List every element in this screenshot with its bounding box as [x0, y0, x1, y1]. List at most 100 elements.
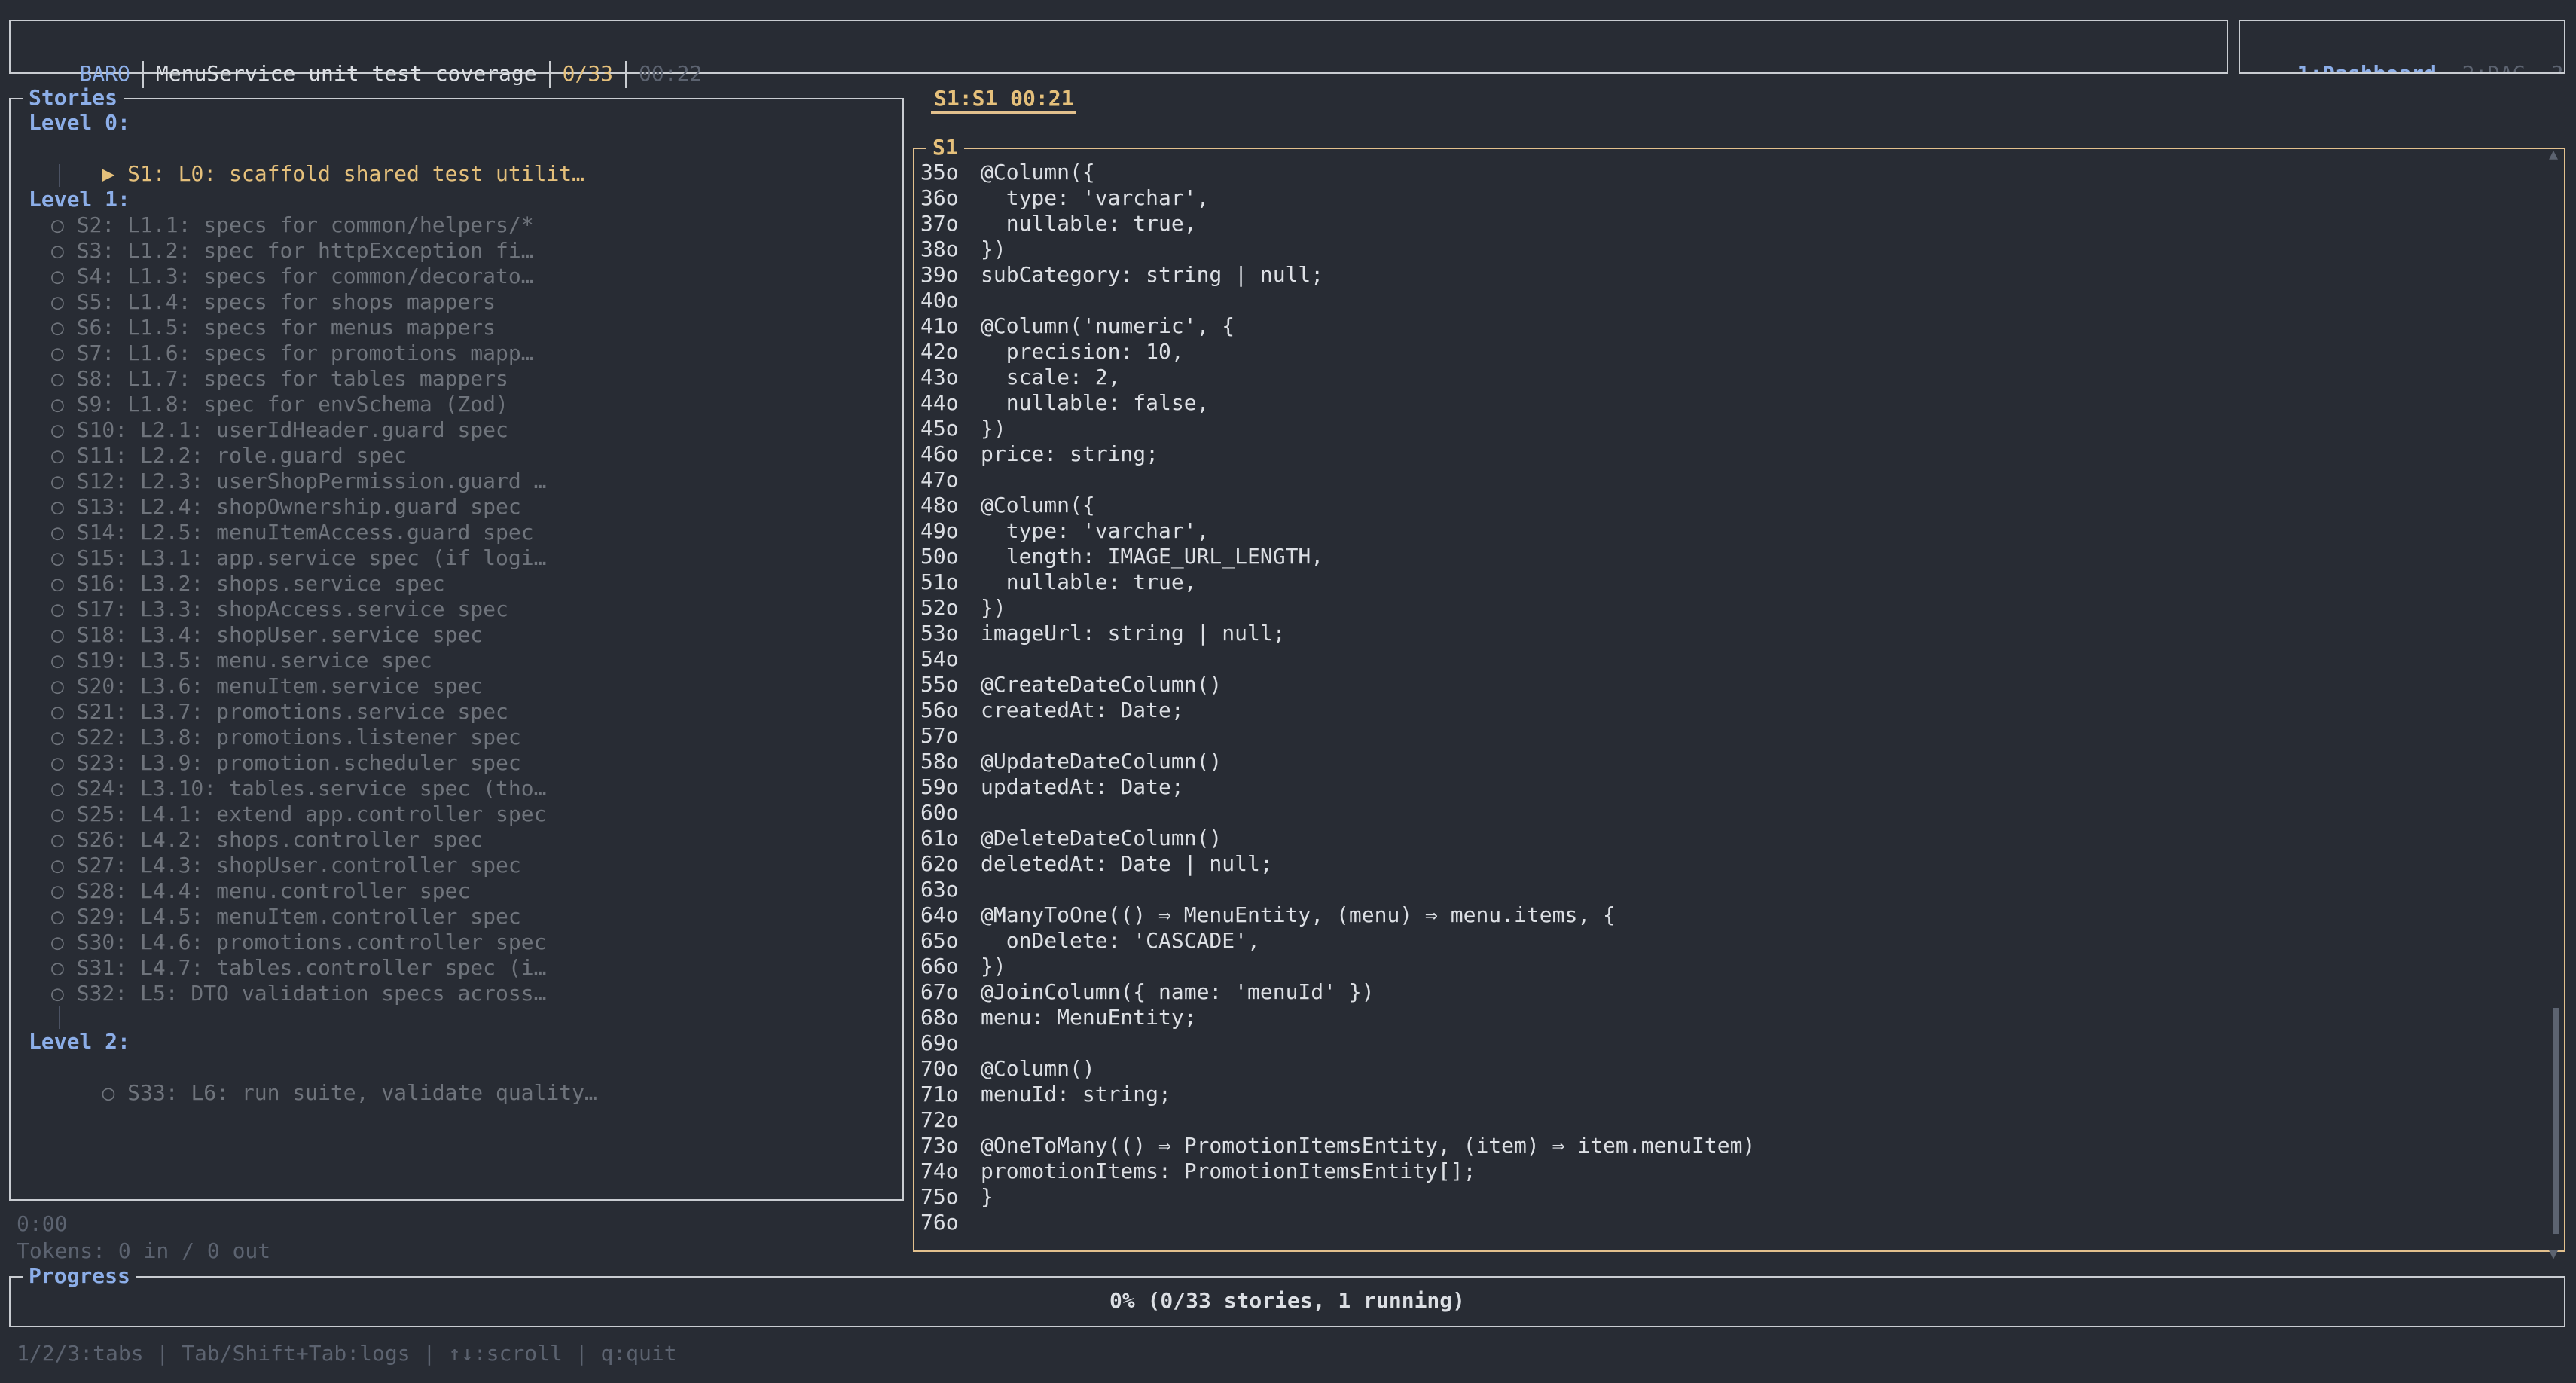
line-number: 72o	[920, 1107, 959, 1132]
pending-circle-icon: ○	[51, 340, 64, 365]
story-item[interactable]: ○ S9: L1.8: spec for envSchema (Zod)	[51, 392, 508, 417]
tree-connector	[59, 164, 60, 187]
header-divider	[142, 61, 144, 88]
line-number: 70o	[920, 1056, 959, 1081]
scroll-down-icon[interactable]: ▼	[2549, 1244, 2558, 1262]
tab-dashboard[interactable]: 1:Dashboard	[2297, 61, 2436, 72]
line-number: 59o	[920, 774, 959, 799]
code-line: 46o price: string;	[920, 441, 1158, 467]
code-line: 58o @UpdateDateColumn()	[920, 749, 1222, 774]
story-item[interactable]: ○ S26: L4.2: shops.controller spec	[51, 827, 483, 853]
line-number: 38o	[920, 237, 959, 261]
pending-circle-icon: ○	[51, 315, 64, 340]
story-item[interactable]: ○ S20: L3.6: menuItem.service spec	[51, 673, 483, 699]
code-line: 76o	[920, 1210, 981, 1235]
story-label: S7: L1.6: specs for promotions mapp…	[76, 340, 534, 365]
token-stat: Tokens: 0 in / 0 out	[17, 1238, 271, 1263]
code-line: 45o})	[920, 416, 1006, 441]
story-item[interactable]: ○ S30: L4.6: promotions.controller spec	[51, 930, 546, 955]
header-content: BARO MenuService unit test coverage 0/33 00…	[29, 33, 702, 88]
story-label: S24: L3.10: tables.service spec (tho…	[76, 776, 547, 801]
code-text: @ManyToOne(() ⇒ MenuEntity, (menu) ⇒ men…	[981, 902, 1616, 927]
story-item[interactable]: ○ S6: L1.5: specs for menus mappers	[51, 315, 496, 340]
story-item[interactable]: ○ S3: L1.2: spec for httpException fi…	[51, 238, 534, 264]
story-label: S12: L2.3: userShopPermission.guard …	[76, 469, 547, 493]
code-line: 52o})	[920, 595, 1006, 621]
story-item[interactable]: ○ S7: L1.6: specs for promotions mapp…	[51, 340, 534, 366]
code-line: 36o type: 'varchar',	[920, 185, 1209, 211]
tab-stats[interactable]: 3:Stat	[2551, 61, 2564, 72]
code-line: 59o updatedAt: Date;	[920, 774, 1184, 800]
story-item[interactable]: ○ S12: L2.3: userShopPermission.guard …	[51, 469, 546, 494]
story-label: S16: L3.2: shops.service spec	[76, 571, 445, 596]
story-item[interactable]: ○ S21: L3.7: promotions.service spec	[51, 699, 508, 725]
story-item[interactable]: ○ S16: L3.2: shops.service spec	[51, 571, 445, 597]
line-number: 67o	[920, 979, 959, 1004]
header-divider	[548, 61, 551, 88]
story-item[interactable]: ○ S4: L1.3: specs for common/decorato…	[51, 264, 534, 289]
story-label: S20: L3.6: menuItem.service spec	[76, 673, 484, 698]
line-number: 51o	[920, 569, 959, 594]
line-number: 44o	[920, 390, 959, 415]
story-item[interactable]: ○ S19: L3.5: menu.service spec	[51, 648, 432, 673]
line-number: 66o	[920, 954, 959, 978]
scrollbar-thumb[interactable]	[2553, 1008, 2559, 1234]
scroll-up-icon[interactable]: ▲	[2549, 145, 2558, 163]
code-text: nullable: true,	[981, 569, 1197, 594]
line-number: 42o	[920, 339, 959, 364]
code-text: @JoinColumn({ name: 'menuId' })	[981, 979, 1375, 1004]
story-item[interactable]: ○ S2: L1.1: specs for common/helpers/*	[51, 212, 534, 238]
line-number: 35o	[920, 160, 959, 185]
code-line: 64o @ManyToOne(() ⇒ MenuEntity, (menu) ⇒ …	[920, 902, 1616, 928]
pending-circle-icon: ○	[51, 930, 64, 954]
story-item[interactable]: ○ S32: L5: DTO validation specs across…	[51, 981, 546, 1006]
story-item[interactable]: ○ S31: L4.7: tables.controller spec (i…	[51, 955, 546, 981]
code-line: 61o @DeleteDateColumn()	[920, 826, 1222, 851]
pending-circle-icon: ○	[51, 878, 64, 903]
story-item[interactable]: ○ S8: L1.7: specs for tables mappers	[51, 366, 508, 392]
story-item[interactable]: ○ S23: L3.9: promotion.scheduler spec	[51, 750, 521, 776]
story-item[interactable]: ○ S10: L2.1: userIdHeader.guard spec	[51, 417, 508, 443]
story-item[interactable]: ○ S5: L1.4: specs for shops mappers	[51, 289, 496, 315]
story-item[interactable]: ○ S17: L3.3: shopAccess.service spec	[51, 597, 508, 622]
pending-circle-icon: ○	[51, 392, 64, 417]
tab-dag[interactable]: 2:DAG	[2462, 61, 2526, 72]
story-item-s1[interactable]: ▶ S1: L0: scaffold shared test utilit…	[51, 136, 584, 212]
code-text: onDelete: 'CASCADE',	[981, 928, 1260, 953]
line-number: 71o	[920, 1082, 959, 1107]
story-item-s33[interactable]: ○ S33: L6: run suite, validate quality…	[51, 1055, 597, 1131]
story-item[interactable]: ○ S15: L3.1: app.service spec (if logi…	[51, 545, 546, 571]
story-label: S17: L3.3: shopAccess.service spec	[76, 597, 508, 621]
story-item[interactable]: ○ S24: L3.10: tables.service spec (tho…	[51, 776, 546, 801]
code-text: scale: 2,	[981, 365, 1121, 389]
pending-circle-icon: ○	[51, 750, 64, 775]
story-item[interactable]: ○ S27: L4.3: shopUser.controller spec	[51, 853, 521, 878]
story-item[interactable]: ○ S29: L4.5: menuItem.controller spec	[51, 904, 521, 930]
pending-circle-icon: ○	[51, 494, 64, 519]
line-number: 75o	[920, 1184, 959, 1209]
log-tab-s1[interactable]: S1:S1 00:21	[931, 86, 1077, 114]
story-item[interactable]: ○ S28: L4.4: menu.controller spec	[51, 878, 470, 904]
story-item[interactable]: ○ S18: L3.4: shopUser.service spec	[51, 622, 483, 648]
code-text: precision: 10,	[981, 339, 1184, 364]
code-text: })	[981, 595, 1006, 620]
line-number: 48o	[920, 493, 959, 517]
code-text: })	[981, 416, 1006, 441]
story-label: S26: L4.2: shops.controller spec	[76, 827, 484, 852]
code-text: }	[981, 1184, 993, 1209]
scrollbar-track[interactable]: ▲ ▼	[2549, 145, 2559, 1262]
story-label: S15: L3.1: app.service spec (if logi…	[76, 545, 547, 570]
pending-circle-icon: ○	[51, 801, 64, 826]
code-line: 54o	[920, 646, 981, 672]
story-item[interactable]: ○ S11: L2.2: role.guard spec	[51, 443, 407, 469]
story-item[interactable]: ○ S22: L3.8: promotions.listener spec	[51, 725, 521, 750]
story-label: S6: L1.5: specs for menus mappers	[76, 315, 496, 340]
code-line: 40o	[920, 288, 981, 313]
story-item[interactable]: ○ S13: L2.4: shopOwnership.guard spec	[51, 494, 521, 520]
story-label: S5: L1.4: specs for shops mappers	[76, 289, 496, 314]
story-item[interactable]: ○ S14: L2.5: menuItemAccess.guard spec	[51, 520, 534, 545]
pending-circle-icon: ○	[51, 417, 64, 442]
story-item[interactable]: ○ S25: L4.1: extend app.controller spec	[51, 801, 546, 827]
line-number: 37o	[920, 211, 959, 236]
code-line: 72o	[920, 1107, 981, 1133]
